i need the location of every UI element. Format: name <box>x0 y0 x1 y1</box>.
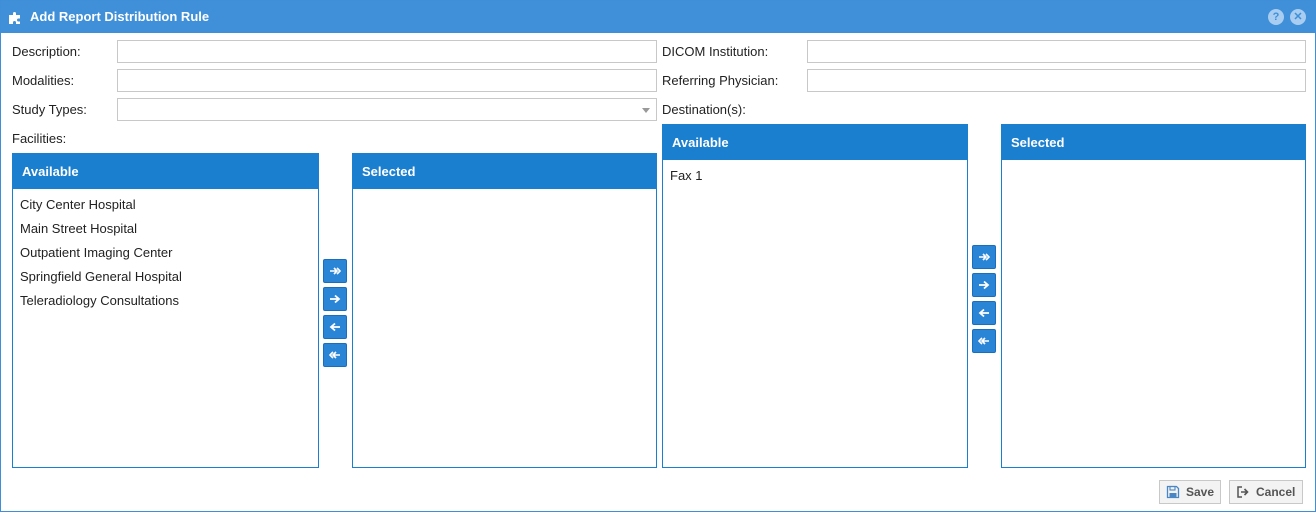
chevron-down-icon <box>642 108 650 113</box>
referring-physician-label: Referring Physician: <box>662 73 779 88</box>
facility-item[interactable]: Outpatient Imaging Center <box>13 241 318 265</box>
help-button[interactable]: ? <box>1268 9 1284 25</box>
dialog-titlebar: Add Report Distribution Rule ? ✕ <box>1 1 1315 33</box>
study-types-select[interactable] <box>117 98 657 121</box>
description-label: Description: <box>12 44 81 59</box>
arrow-right-icon <box>979 280 990 290</box>
dicom-institution-input[interactable] <box>807 40 1306 63</box>
facilities-label: Facilities: <box>12 131 67 146</box>
destinations-selected-list[interactable]: Selected <box>1001 124 1306 468</box>
arrow-left-icon <box>329 322 340 332</box>
cancel-button[interactable]: Cancel <box>1229 480 1303 504</box>
facilities-move-left-button[interactable] <box>323 315 347 339</box>
cancel-label: Cancel <box>1256 485 1296 499</box>
destinations-label: Destination(s): <box>662 102 746 117</box>
facilities-move-all-left-button[interactable] <box>323 343 347 367</box>
add-report-distribution-rule-dialog: Add Report Distribution Rule ? ✕ Descrip… <box>0 0 1316 512</box>
destinations-available-header: Available <box>663 125 967 160</box>
study-types-label: Study Types: <box>12 102 87 117</box>
question-icon: ? <box>1272 11 1280 23</box>
double-arrow-left-icon <box>978 337 989 345</box>
referring-physician-input[interactable] <box>807 69 1306 92</box>
close-icon: ✕ <box>1293 11 1303 23</box>
facility-item[interactable]: Main Street Hospital <box>13 217 318 241</box>
arrow-right-icon <box>330 294 341 304</box>
facility-item[interactable]: City Center Hospital <box>13 193 318 217</box>
dicom-institution-label: DICOM Institution: <box>662 44 769 59</box>
description-input[interactable] <box>117 40 657 63</box>
save-button[interactable]: Save <box>1159 480 1221 504</box>
modalities-input[interactable] <box>117 69 657 92</box>
destinations-available-list[interactable]: Available Fax 1 <box>662 124 968 468</box>
destinations-move-all-left-button[interactable] <box>972 329 996 353</box>
facility-item[interactable]: Teleradiology Consultations <box>13 289 318 313</box>
facilities-move-all-right-button[interactable] <box>323 259 347 283</box>
arrow-left-icon <box>978 308 989 318</box>
destinations-selected-header: Selected <box>1002 125 1305 160</box>
sign-out-icon <box>1237 486 1249 498</box>
facilities-available-header: Available <box>13 154 318 189</box>
facilities-selected-header: Selected <box>353 154 656 189</box>
facilities-selected-list[interactable]: Selected <box>352 153 657 468</box>
destinations-move-all-right-button[interactable] <box>972 245 996 269</box>
modalities-label: Modalities: <box>12 73 75 88</box>
destinations-move-right-button[interactable] <box>972 273 996 297</box>
facilities-available-list[interactable]: Available City Center Hospital Main Stre… <box>12 153 319 468</box>
puzzle-icon <box>9 12 20 24</box>
double-arrow-right-icon <box>979 253 990 261</box>
close-button[interactable]: ✕ <box>1290 9 1306 25</box>
save-label: Save <box>1186 485 1215 499</box>
destinations-move-left-button[interactable] <box>972 301 996 325</box>
floppy-disk-icon <box>1166 485 1180 499</box>
double-arrow-right-icon <box>330 267 341 275</box>
facility-item[interactable]: Springfield General Hospital <box>13 265 318 289</box>
destination-item[interactable]: Fax 1 <box>663 164 967 188</box>
facilities-move-right-button[interactable] <box>323 287 347 311</box>
double-arrow-left-icon <box>329 351 340 359</box>
dialog-title: Add Report Distribution Rule <box>30 9 210 24</box>
